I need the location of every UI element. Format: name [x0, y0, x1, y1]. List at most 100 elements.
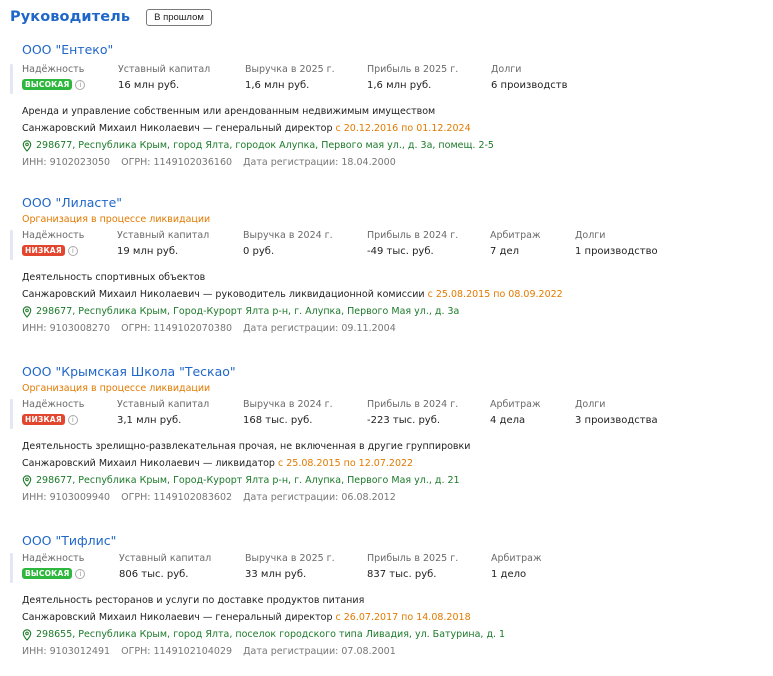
company-card: ООО "Тифлис" Надёжность ВЫСОКАЯ i Уставн…	[10, 533, 762, 658]
metric: Прибыль в 2024 г. -49 тыс. руб.	[367, 230, 458, 258]
inn-text: ИНН: 9103009940	[22, 492, 111, 503]
address-text: 298677, Республика Крым, город Ялта, гор…	[36, 140, 494, 151]
metrics-divider	[10, 230, 13, 260]
location-pin-icon	[22, 306, 32, 318]
metric-label: Уставный капитал	[117, 399, 210, 410]
role-dates: с 25.08.2015 по 08.09.2022	[427, 289, 563, 300]
metric-value: 1 дело	[491, 569, 527, 580]
person-text: Санжаровский Михаил Николаевич — руковод…	[22, 289, 425, 300]
activity-text: Деятельность спортивных объектов	[22, 272, 206, 283]
person-role: Санжаровский Михаил Николаевич — генерал…	[22, 123, 762, 135]
role-dates: с 26.07.2017 по 14.08.2018	[335, 612, 471, 623]
metrics-row: Надёжность НИЗКАЯ i Уставный капитал 19 …	[10, 230, 762, 260]
role-dates: с 25.08.2015 по 12.07.2022	[277, 458, 414, 469]
metric: Выручка в 2024 г. 0 руб.	[243, 230, 333, 258]
company-name-link[interactable]: ООО "Крымская Школа "Тескао"	[22, 364, 762, 380]
metric-label: Арбитраж	[490, 399, 541, 410]
company-name-link[interactable]: ООО "Тифлис"	[22, 533, 762, 549]
inn-text: ИНН: 9103008270	[22, 323, 111, 334]
address-link[interactable]: 298655, Республика Крым, город Ялта, пос…	[22, 629, 762, 641]
location-pin-icon	[22, 475, 32, 487]
metric-label: Надёжность	[22, 399, 85, 410]
metric-value: 33 млн руб.	[245, 569, 307, 580]
metric-value: -49 тыс. руб.	[367, 246, 434, 257]
metric-label: Надёжность	[22, 64, 85, 75]
metric: Уставный капитал 806 тыс. руб.	[119, 553, 211, 581]
company-name-link[interactable]: ООО "Лиласте"	[22, 195, 762, 211]
metric-value: 806 тыс. руб.	[119, 569, 189, 580]
metric-value: 19 млн руб.	[117, 246, 179, 257]
location-pin-icon	[22, 140, 32, 152]
metric: Прибыль в 2025 г. 837 тыс. руб.	[367, 553, 458, 581]
liquidation-status: Организация в процессе ликвидации	[22, 383, 211, 394]
company-card: ООО "Лиласте" Организация в процессе лик…	[10, 195, 762, 335]
metric-label: Выручка в 2024 г.	[243, 230, 333, 241]
metric: Долги 1 производство	[575, 230, 658, 258]
metric-label: Долги	[491, 64, 522, 75]
company-ids: ИНН: 9103009940 ОГРН: 1149102083602 Дата…	[22, 492, 762, 504]
reliability-metric: Надёжность НИЗКАЯ i	[22, 230, 84, 256]
address-text: 298655, Республика Крым, город Ялта, пос…	[36, 629, 506, 640]
metric: Выручка в 2025 г. 33 млн руб.	[245, 553, 335, 581]
metric: Уставный капитал 3,1 млн руб.	[117, 399, 209, 427]
metrics-divider	[10, 64, 13, 94]
metrics-divider	[10, 553, 13, 583]
metric-label: Надёжность	[22, 553, 85, 564]
activity-text: Аренда и управление собственным или арен…	[22, 106, 436, 117]
info-icon[interactable]: i	[75, 79, 86, 90]
metric-label: Долги	[575, 399, 606, 410]
metric-label: Уставный капитал	[118, 64, 211, 75]
address-link[interactable]: 298677, Республика Крым, Город-Курорт Ял…	[22, 306, 762, 318]
metric-value: 168 тыс. руб.	[243, 415, 313, 426]
section-title: Руководитель	[10, 9, 131, 25]
metric-label: Выручка в 2025 г.	[245, 553, 335, 564]
info-icon[interactable]: i	[75, 568, 86, 579]
inn-text: ИНН: 9103012491	[22, 646, 111, 657]
address-link[interactable]: 298677, Республика Крым, Город-Курорт Ял…	[22, 475, 762, 487]
person-role: Санжаровский Михаил Николаевич — ликвида…	[22, 458, 762, 470]
address-link[interactable]: 298677, Республика Крым, город Ялта, гор…	[22, 140, 762, 152]
metric: Прибыль в 2024 г. -223 тыс. руб.	[367, 399, 458, 427]
metric-label: Долги	[575, 230, 606, 241]
ogrn-text: ОГРН: 1149102104029	[121, 646, 233, 657]
ogrn-text: ОГРН: 1149102083602	[121, 492, 233, 503]
reg-date-text: Дата регистрации: 18.04.2000	[243, 157, 396, 168]
metric: Уставный капитал 19 млн руб.	[117, 230, 209, 258]
metric-value: 4 дела	[490, 415, 526, 426]
address-text: 298677, Республика Крым, Город-Курорт Ял…	[36, 306, 460, 317]
metric-value: 16 млн руб.	[118, 80, 180, 91]
info-icon[interactable]: i	[67, 414, 78, 425]
company-name-link[interactable]: ООО "Ентеко"	[22, 42, 762, 58]
metric-value: 6 производств	[491, 80, 568, 91]
person-role: Санжаровский Михаил Николаевич — генерал…	[22, 612, 762, 624]
address-text: 298677, Республика Крым, Город-Курорт Ял…	[36, 475, 460, 486]
reliability-badge: ВЫСОКАЯ	[22, 568, 73, 579]
metric-value: 1,6 млн руб.	[367, 80, 432, 91]
metric-label: Уставный капитал	[117, 230, 210, 241]
info-icon[interactable]: i	[67, 245, 78, 256]
reliability-metric: Надёжность НИЗКАЯ i	[22, 399, 84, 425]
metric: Арбитраж 7 дел	[490, 230, 541, 258]
past-filter-button[interactable]: В прошлом	[146, 9, 212, 26]
person-role: Санжаровский Михаил Николаевич — руковод…	[22, 289, 762, 301]
ogrn-text: ОГРН: 1149102036160	[121, 157, 233, 168]
reg-date-text: Дата регистрации: 09.11.2004	[243, 323, 396, 334]
metrics-row: Надёжность НИЗКАЯ i Уставный капитал 3,1…	[10, 399, 762, 429]
reg-date-text: Дата регистрации: 07.08.2001	[243, 646, 396, 657]
metric-value: 3 производства	[575, 415, 658, 426]
metric-value: 3,1 млн руб.	[117, 415, 182, 426]
company-ids: ИНН: 9103012491 ОГРН: 1149102104029 Дата…	[22, 646, 762, 658]
ogrn-text: ОГРН: 1149102070380	[121, 323, 233, 334]
company-ids: ИНН: 9102023050 ОГРН: 1149102036160 Дата…	[22, 157, 762, 169]
metric-value: 0 руб.	[243, 246, 275, 257]
metric: Прибыль в 2025 г. 1,6 млн руб.	[367, 64, 458, 92]
reliability-metric: Надёжность ВЫСОКАЯ i	[22, 553, 86, 579]
metric: Арбитраж 1 дело	[491, 553, 542, 581]
metric: Выручка в 2025 г. 1,6 млн руб.	[245, 64, 335, 92]
person-text: Санжаровский Михаил Николаевич — генерал…	[22, 123, 333, 134]
metric-label: Выручка в 2025 г.	[245, 64, 335, 75]
metric: Уставный капитал 16 млн руб.	[118, 64, 210, 92]
metric: Долги 3 производства	[575, 399, 658, 427]
metric-label: Арбитраж	[490, 230, 541, 241]
reliability-badge: ВЫСОКАЯ	[22, 79, 73, 90]
